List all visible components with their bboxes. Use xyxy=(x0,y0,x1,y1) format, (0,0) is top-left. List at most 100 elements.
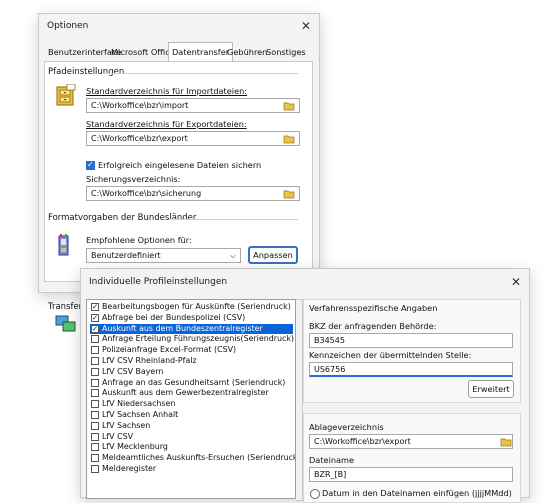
filename-value: BZR_[B] xyxy=(314,470,347,479)
list-item[interactable]: LfV Sachsen xyxy=(90,421,293,432)
bkz-label: BKZ der anfragenden Behörde: xyxy=(309,321,437,331)
filename-label: Dateiname xyxy=(309,455,355,465)
bkz-field[interactable]: B34545 xyxy=(309,333,513,348)
import-dir-value: C:\Workoffice\bzr\import xyxy=(91,101,189,110)
list-item[interactable]: Polizeianfrage Excel-Format (CSV) xyxy=(90,345,293,356)
list-item-checkbox[interactable] xyxy=(91,411,99,419)
datentransfer-panel: Pfadeinstellungen Standardverzeichnis fü… xyxy=(44,61,313,332)
list-item-checkbox[interactable] xyxy=(91,454,99,463)
list-item-label: Meldeamtliches Auskunfts-Ersuchen (Serie… xyxy=(102,453,296,463)
list-item[interactable]: LfV CSV Bayern xyxy=(90,367,293,378)
filename-field[interactable]: BZR_[B] xyxy=(309,467,513,482)
divider xyxy=(169,219,298,220)
profile-list-scrollbar[interactable] xyxy=(296,299,303,501)
extended-button[interactable]: Erweitert xyxy=(468,380,514,398)
list-item[interactable]: Melderegister xyxy=(90,464,293,475)
export-dir-value: C:\Workoffice\bzr\export xyxy=(91,134,188,143)
list-item-label: LfV CSV Bayern xyxy=(102,366,164,376)
tab-sonstiges[interactable]: Sonstiges xyxy=(263,44,309,60)
storage-dir-label: Ablageverzeichnis xyxy=(309,422,384,432)
list-item[interactable]: Anfrage Erteilung Führungszeugnis(Serien… xyxy=(90,334,294,345)
options-dialog: Optionen ✕ Benutzerinterface Microsoft O… xyxy=(38,13,320,332)
path-group-title: Pfadeinstellungen xyxy=(48,67,125,77)
backup-dir-value: C:\Workoffice\bzr\sicherung xyxy=(91,189,202,198)
export-dir-field[interactable]: C:\Workoffice\bzr\export xyxy=(86,131,300,146)
list-item-label: Auskunft aus dem Bundeszentralregister xyxy=(102,323,263,333)
list-item-label: LfV CSV Rheinland-Pfalz xyxy=(102,356,197,365)
list-item[interactable]: Anfrage an das Gesundheitsamt (Seriendru… xyxy=(90,378,293,389)
backup-dir-label: Sicherungsverzeichnis: xyxy=(86,174,181,184)
list-item-label: Anfrage an das Gesundheitsamt (Seriendru… xyxy=(102,377,286,387)
recommended-label: Empfohlene Optionen für: xyxy=(86,235,192,245)
list-item-label: LfV Sachsen xyxy=(102,420,151,430)
backup-checkbox[interactable] xyxy=(86,160,95,170)
list-item-checkbox[interactable] xyxy=(91,335,99,344)
export-dir-label: Standardverzeichnis für Exportdateien: xyxy=(86,119,247,129)
profile-list[interactable]: Bearbeitungsbogen für Auskünfte (Seriend… xyxy=(86,299,296,499)
list-item[interactable]: Bearbeitungsbogen für Auskünfte (Seriend… xyxy=(90,302,293,313)
format-group-title: Formatvorgaben der Bundesländer xyxy=(48,213,197,223)
recommended-value: Benutzerdefiniert xyxy=(91,251,161,260)
storage-dir-field[interactable]: C:\Workoffice\bzr\export xyxy=(309,434,513,449)
storage-box: Ablageverzeichnis C:\Workoffice\bzr\expo… xyxy=(303,413,521,503)
list-item[interactable]: LfV CSV Rheinland-Pfalz xyxy=(90,356,293,367)
close-icon[interactable]: ✕ xyxy=(509,275,523,289)
list-item-label: Auskunft aus dem Gewerbezentralregister xyxy=(102,388,269,398)
list-item[interactable]: LfV CSV xyxy=(90,432,293,443)
close-icon[interactable]: ✕ xyxy=(299,19,313,33)
network-icon xyxy=(55,315,76,332)
import-dir-label: Standardverzeichnis für Importdateien: xyxy=(86,86,248,96)
adjust-button[interactable]: Anpassen xyxy=(248,246,298,264)
profile-dialog: Individuelle Profileinstellungen ✕ Bearb… xyxy=(80,268,530,503)
list-item-label: LfV Sachsen Anhalt xyxy=(102,410,179,419)
list-item-checkbox[interactable] xyxy=(91,357,99,365)
list-item-checkbox[interactable] xyxy=(91,389,99,398)
folder-icon[interactable] xyxy=(500,436,512,447)
list-item-checkbox[interactable] xyxy=(91,313,99,324)
sign-value: US6756 xyxy=(314,365,346,374)
list-item-label: Polizeianfrage Excel-Format (CSV) xyxy=(102,345,237,355)
list-item-checkbox[interactable] xyxy=(91,443,99,452)
options-titlebar[interactable]: Optionen ✕ xyxy=(39,14,319,40)
recommended-select[interactable]: Benutzerdefiniert ⌵ xyxy=(86,248,241,263)
list-item-checkbox[interactable] xyxy=(91,367,99,376)
procedure-group-title: Verfahrensspezifische Angaben xyxy=(309,303,438,313)
backup-dir-field[interactable]: C:\Workoffice\bzr\sicherung xyxy=(86,186,300,201)
list-item-label: Abfrage bei der Bundespolizei (CSV) xyxy=(102,312,246,322)
list-item[interactable]: LfV Sachsen Anhalt xyxy=(90,410,293,421)
import-dir-field[interactable]: C:\Workoffice\bzr\import xyxy=(86,98,300,113)
list-item-checkbox[interactable] xyxy=(91,302,99,313)
date-option-label[interactable]: Datum in den Dateinamen einfügen (jjjjMM… xyxy=(322,488,512,498)
list-item-checkbox[interactable] xyxy=(91,421,99,430)
date-radio[interactable] xyxy=(310,489,320,499)
list-item-label: Bearbeitungsbogen für Auskünfte (Seriend… xyxy=(102,302,291,311)
folder-icon[interactable] xyxy=(283,133,295,144)
device-icon xyxy=(58,234,69,256)
profile-titlebar[interactable]: Individuelle Profileinstellungen ✕ xyxy=(81,269,529,295)
list-item[interactable]: LfV Niedersachsen xyxy=(90,399,293,410)
backup-checkbox-label[interactable]: Erfolgreich eingelesene Dateien sichern xyxy=(98,160,261,170)
list-item-checkbox[interactable] xyxy=(91,378,99,387)
list-item[interactable]: Meldeamtliches Auskunfts-Ersuchen (Serie… xyxy=(90,453,296,464)
list-item-checkbox[interactable] xyxy=(91,432,99,441)
options-title: Optionen xyxy=(47,21,89,31)
folder-icon[interactable] xyxy=(283,100,295,111)
list-item-label: Anfrage Erteilung Führungszeugnis(Serien… xyxy=(102,334,294,344)
sign-field[interactable]: US6756 xyxy=(309,362,513,377)
list-item[interactable]: Auskunft aus dem Gewerbezentralregister xyxy=(90,388,293,399)
procedure-box: Verfahrensspezifische Angaben BKZ der an… xyxy=(303,299,521,403)
cabinet-icon xyxy=(56,84,76,106)
list-item-checkbox[interactable] xyxy=(91,346,99,355)
list-item-checkbox[interactable] xyxy=(91,465,99,473)
list-item[interactable]: Abfrage bei der Bundespolizei (CSV) xyxy=(90,313,293,324)
list-item-label: LfV Mecklenburg xyxy=(102,442,168,452)
chevron-down-icon: ⌵ xyxy=(229,251,236,260)
folder-icon[interactable] xyxy=(283,188,295,199)
list-item-checkbox[interactable] xyxy=(91,400,99,409)
list-item[interactable]: Auskunft aus dem Bundeszentralregister xyxy=(90,323,293,334)
list-item[interactable]: LfV Mecklenburg xyxy=(90,442,293,453)
sign-label: Kennzeichen der übermittelnden Stelle: xyxy=(309,350,472,360)
divider xyxy=(103,73,298,74)
list-item-checkbox[interactable] xyxy=(91,324,99,334)
storage-dir-value: C:\Workoffice\bzr\export xyxy=(314,437,411,446)
